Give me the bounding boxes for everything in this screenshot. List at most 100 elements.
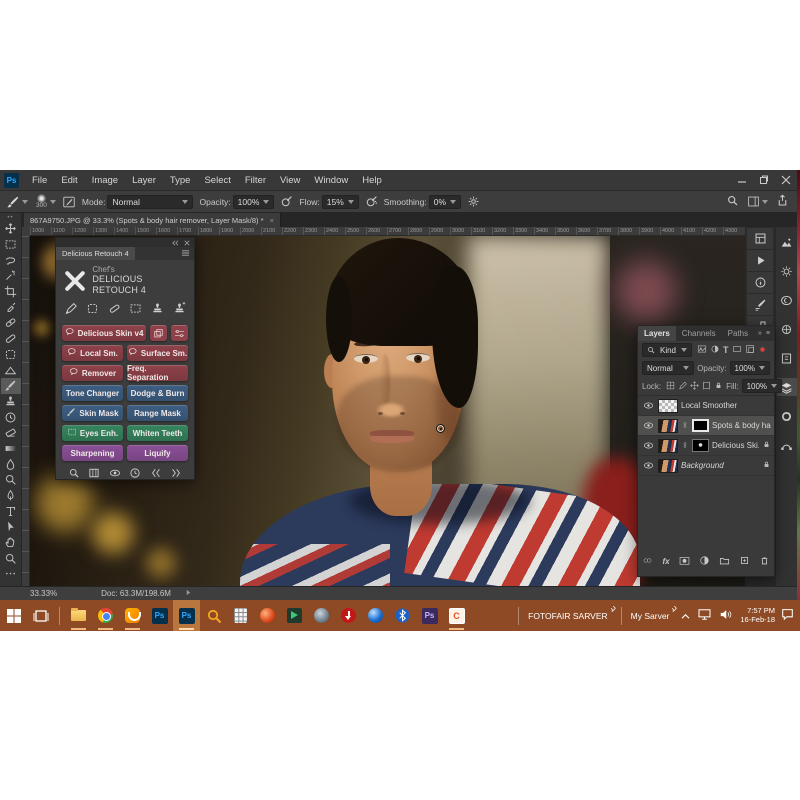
- tool-patch[interactable]: [1, 347, 21, 363]
- zoom-level[interactable]: 33.33%: [30, 589, 57, 598]
- mode-dropdown[interactable]: Normal: [107, 195, 193, 209]
- smoothing-options-gear[interactable]: [467, 195, 480, 208]
- menu-image[interactable]: Image: [85, 170, 125, 191]
- tool-clone-stamp[interactable]: [1, 394, 21, 410]
- taskbar-clock[interactable]: 7:57 PM16-Feb-18: [740, 607, 775, 624]
- retouch-button-sharpening[interactable]: Sharpening: [62, 445, 123, 462]
- marquee-tool-icon[interactable]: [129, 302, 142, 317]
- menu-select[interactable]: Select: [197, 170, 237, 191]
- layout-icon[interactable]: [88, 467, 100, 481]
- collapse-panel-icon[interactable]: »: [758, 330, 762, 337]
- taskbar-download-manager[interactable]: [335, 600, 362, 631]
- search-icon[interactable]: [726, 194, 739, 209]
- link-layers-icon[interactable]: [642, 555, 653, 568]
- tool-hand[interactable]: [1, 535, 21, 551]
- menu-file[interactable]: File: [25, 170, 54, 191]
- workspace-switcher[interactable]: [747, 195, 768, 208]
- history-icon[interactable]: [129, 467, 141, 481]
- speaker-icon[interactable]: [719, 607, 732, 625]
- layer-opacity-dropdown[interactable]: 100%: [730, 361, 770, 375]
- taskbar-photoshop-purple[interactable]: Ps: [416, 600, 443, 631]
- tray-expand-icon[interactable]: [681, 607, 690, 625]
- lock-transparency-icon[interactable]: [666, 381, 675, 392]
- tool-move[interactable]: [1, 221, 21, 237]
- retouch-button-local-sm-[interactable]: Local Sm.: [62, 345, 123, 362]
- search-icon[interactable]: [68, 467, 80, 481]
- panel-close-icon[interactable]: [184, 238, 190, 248]
- airbrush-toggle[interactable]: [365, 195, 378, 208]
- layer-mask-thumbnail[interactable]: [692, 419, 709, 432]
- lock-position-icon[interactable]: [690, 381, 699, 392]
- filter-kind-dropdown[interactable]: Kind: [642, 343, 692, 357]
- layer-mask-thumbnail[interactable]: [692, 439, 709, 452]
- tray-label-my-sarver[interactable]: My Sarver: [627, 611, 678, 621]
- tab-close-icon[interactable]: ×: [270, 216, 274, 225]
- layer-name[interactable]: Background: [681, 461, 759, 470]
- menu-edit[interactable]: Edit: [54, 170, 84, 191]
- panel-menu-icon[interactable]: [181, 249, 190, 259]
- taskbar-bluetooth[interactable]: [389, 600, 416, 631]
- tool-type[interactable]: [1, 503, 21, 519]
- add-mask-icon[interactable]: [679, 555, 690, 568]
- filter-pin-toggle[interactable]: [758, 345, 767, 356]
- retouch-button-skin-mask[interactable]: Skin Mask: [62, 405, 123, 422]
- tool-zoom[interactable]: [1, 550, 21, 566]
- dock-adjustments-icon[interactable]: [777, 262, 797, 280]
- mask-link-icon[interactable]: [681, 441, 689, 451]
- taskbar-uc-browser[interactable]: [119, 600, 146, 631]
- taskbar-photoshop-active[interactable]: Ps: [173, 600, 200, 631]
- taskbar-media-player[interactable]: [362, 600, 389, 631]
- dock-navigator-icon[interactable]: [777, 233, 797, 251]
- dock-channels-icon[interactable]: [777, 407, 797, 425]
- new-layer-icon[interactable]: [739, 555, 750, 568]
- tool-crop[interactable]: [1, 284, 21, 300]
- stamp-tool-icon[interactable]: [151, 302, 164, 317]
- tool-healing-brush[interactable]: [1, 331, 21, 347]
- tool-magic-wand[interactable]: [1, 268, 21, 284]
- heal-pen-tool-icon[interactable]: [64, 302, 77, 317]
- filter-pixel-icon[interactable]: [697, 344, 707, 356]
- filter-smart-object-icon[interactable]: [745, 344, 755, 356]
- retouch-button-delicious-skin-v4[interactable]: Delicious Skin v4: [62, 325, 146, 342]
- taskbar-calculator[interactable]: [227, 600, 254, 631]
- menu-filter[interactable]: Filter: [238, 170, 273, 191]
- taskbar-chrome[interactable]: [92, 600, 119, 631]
- stamp-copy-tool-icon[interactable]: [173, 302, 186, 317]
- restore-button[interactable]: [753, 170, 775, 190]
- layer-visibility-toggle[interactable]: [641, 400, 655, 411]
- brush-size-preview[interactable]: 300: [36, 194, 47, 209]
- layer-thumbnail[interactable]: [658, 399, 678, 413]
- panel-collapse-icon[interactable]: [171, 238, 179, 248]
- layer-style-icon[interactable]: fx: [662, 557, 669, 566]
- layer-visibility-toggle[interactable]: [641, 420, 655, 431]
- patch-tool-icon[interactable]: [86, 302, 99, 317]
- eye-icon[interactable]: [109, 467, 121, 481]
- menu-view[interactable]: View: [273, 170, 307, 191]
- layer-thumbnail[interactable]: [658, 419, 678, 433]
- retouch-button-eyes-enh-[interactable]: Eyes Enh.: [62, 425, 123, 442]
- filter-shape-icon[interactable]: [732, 344, 742, 356]
- lock-artboard-icon[interactable]: [702, 381, 711, 392]
- tool-more[interactable]: [1, 566, 21, 582]
- dock-info-icon[interactable]: [747, 272, 773, 294]
- tool-path-selection[interactable]: [1, 519, 21, 535]
- pressure-opacity-toggle[interactable]: [280, 195, 293, 208]
- next-icon[interactable]: [170, 467, 182, 481]
- fill-dropdown[interactable]: 100%: [742, 379, 782, 393]
- filter-type-icon[interactable]: T: [723, 345, 729, 355]
- toggle-brush-panel-button[interactable]: [62, 195, 76, 209]
- tool-history-brush[interactable]: [1, 409, 21, 425]
- dock-extensions-icon[interactable]: [747, 228, 773, 250]
- retouch-button-tone-changer[interactable]: Tone Changer: [62, 385, 123, 402]
- smoothing-dropdown[interactable]: 0%: [429, 195, 461, 209]
- tab-channels[interactable]: Channels: [676, 326, 722, 341]
- tab-layers[interactable]: Layers: [638, 326, 676, 341]
- tool-lasso[interactable]: [1, 252, 21, 268]
- bandage-tool-icon[interactable]: [108, 302, 121, 317]
- taskbar-recorder[interactable]: C: [443, 600, 470, 631]
- layer-thumbnail[interactable]: [658, 439, 678, 453]
- tool-eraser[interactable]: [1, 425, 21, 441]
- prev-icon[interactable]: [150, 467, 162, 481]
- lock-pixels-icon[interactable]: [678, 381, 687, 392]
- layer-row[interactable]: Spots & body hai...: [638, 416, 774, 436]
